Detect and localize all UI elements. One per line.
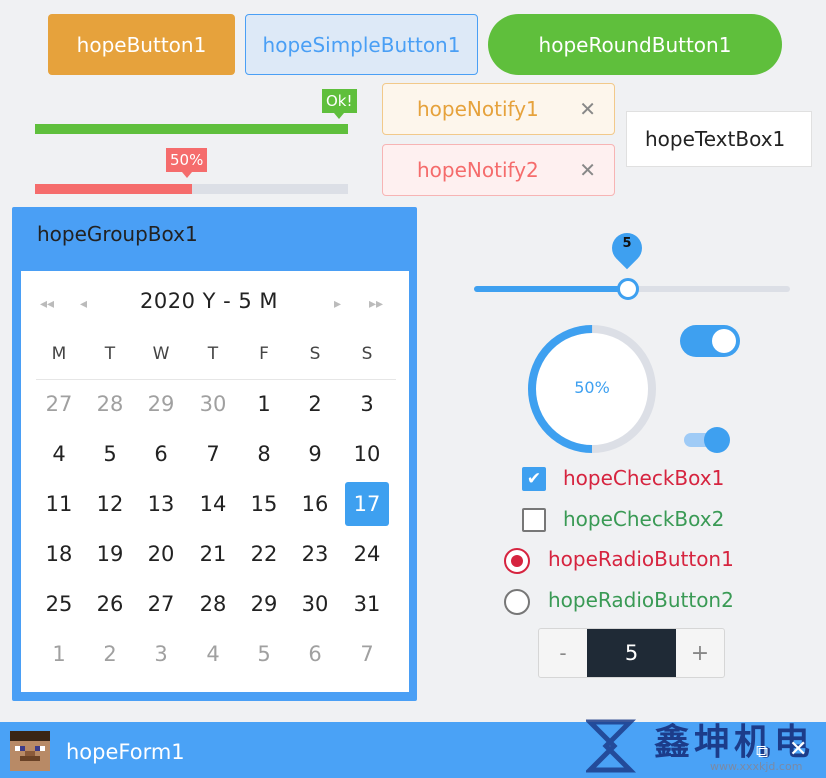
calendar-day[interactable]: 29 xyxy=(139,382,183,426)
checkbox-1[interactable]: ✔ xyxy=(522,467,546,491)
switch-2[interactable] xyxy=(684,427,730,453)
slider-value: 5 xyxy=(622,236,632,251)
ring-progress-label: 50% xyxy=(574,378,610,397)
calendar-day[interactable]: 16 xyxy=(293,482,337,526)
switch-1[interactable] xyxy=(680,325,740,357)
progress-bar-1-tag: Ok! xyxy=(322,89,357,119)
calendar-day[interactable]: 23 xyxy=(293,532,337,576)
calendar-day[interactable]: 27 xyxy=(37,382,81,426)
checkbox-1-label[interactable]: hopeCheckBox1 xyxy=(563,466,724,490)
calendar-day[interactable]: 6 xyxy=(139,432,183,476)
calendar-day[interactable]: 3 xyxy=(139,632,183,676)
progress-bar-1-fill xyxy=(35,124,348,134)
weekday-header: T xyxy=(207,344,219,364)
calendar-day[interactable]: 2 xyxy=(88,632,132,676)
calendar-day[interactable]: 30 xyxy=(191,382,235,426)
radio-2[interactable] xyxy=(504,589,530,615)
radio-2-label[interactable]: hopeRadioButton2 xyxy=(548,588,734,612)
calendar-day[interactable]: 20 xyxy=(139,532,183,576)
first-page-icon[interactable]: ◂◂ xyxy=(40,296,54,312)
stepper-minus-button[interactable]: - xyxy=(539,629,587,677)
calendar-day[interactable]: 17 xyxy=(345,482,389,526)
next-icon[interactable]: ▸ xyxy=(334,296,341,312)
calendar-day[interactable]: 6 xyxy=(293,632,337,676)
calendar-day[interactable]: 7 xyxy=(345,632,389,676)
calendar-day[interactable]: 8 xyxy=(242,432,286,476)
calendar-day[interactable]: 11 xyxy=(37,482,81,526)
weekday-header: S xyxy=(309,344,321,364)
calendar-day[interactable]: 29 xyxy=(242,582,286,626)
calendar-day[interactable]: 27 xyxy=(139,582,183,626)
calendar-day[interactable]: 12 xyxy=(88,482,132,526)
form-title: hopeForm1 xyxy=(66,740,185,764)
checkbox-2-label[interactable]: hopeCheckBox2 xyxy=(563,507,724,531)
checkbox-2[interactable] xyxy=(522,508,546,532)
calendar-day[interactable]: 7 xyxy=(191,432,235,476)
calendar-day[interactable]: 24 xyxy=(345,532,389,576)
calendar-day[interactable]: 22 xyxy=(242,532,286,576)
notify-1-label: hopeNotify1 xyxy=(417,97,539,121)
slider-fill xyxy=(474,286,628,292)
stepper-plus-button[interactable]: + xyxy=(676,629,724,677)
calendar-day[interactable]: 28 xyxy=(191,582,235,626)
prev-icon[interactable]: ◂ xyxy=(80,296,87,312)
radio-1-label[interactable]: hopeRadioButton1 xyxy=(548,547,734,571)
hope-simple-button[interactable]: hopeSimpleButton1 xyxy=(245,14,478,75)
calendar-day[interactable]: 4 xyxy=(191,632,235,676)
calendar-day[interactable]: 2 xyxy=(293,382,337,426)
calendar-day[interactable]: 9 xyxy=(293,432,337,476)
calendar-day[interactable]: 21 xyxy=(191,532,235,576)
switch-2-knob xyxy=(704,427,730,453)
stepper-value[interactable]: 5 xyxy=(587,629,676,677)
switch-1-knob xyxy=(712,329,736,353)
avatar-icon xyxy=(10,731,50,771)
weekday-header: T xyxy=(104,344,116,364)
progress-bar-2-fill xyxy=(35,184,192,194)
calendar-day[interactable]: 18 xyxy=(37,532,81,576)
weekday-header: S xyxy=(361,344,373,364)
text-box[interactable]: hopeTextBox1 xyxy=(626,111,812,167)
hope-button[interactable]: hopeButton1 xyxy=(48,14,235,75)
calendar-day[interactable]: 5 xyxy=(88,432,132,476)
notify-error: hopeNotify2 ✕ xyxy=(382,144,615,196)
close-icon[interactable]: ✕ xyxy=(579,97,596,121)
group-box-title: hopeGroupBox1 xyxy=(37,222,198,246)
notify-warning: hopeNotify1 ✕ xyxy=(382,83,615,135)
radio-1[interactable] xyxy=(504,548,530,574)
weekday-header: F xyxy=(259,344,269,364)
calendar-day[interactable]: 10 xyxy=(345,432,389,476)
last-page-icon[interactable]: ▸▸ xyxy=(369,296,383,312)
calendar-day[interactable]: 31 xyxy=(345,582,389,626)
radio-1-dot xyxy=(511,555,523,567)
calendar-day[interactable]: 26 xyxy=(88,582,132,626)
close-icon[interactable]: ✕ xyxy=(789,737,807,762)
weekday-header: W xyxy=(152,344,170,364)
calendar-day[interactable]: 3 xyxy=(345,382,389,426)
check-icon: ✔ xyxy=(526,469,542,489)
calendar-day[interactable]: 5 xyxy=(242,632,286,676)
calendar-month-label: 2020 Y - 5 M xyxy=(140,289,279,313)
calendar-day[interactable]: 1 xyxy=(37,632,81,676)
maximize-icon[interactable]: ⧉ xyxy=(756,742,768,762)
calendar-day[interactable]: 13 xyxy=(139,482,183,526)
notify-2-label: hopeNotify2 xyxy=(417,158,539,182)
weekday-header: M xyxy=(51,344,67,364)
calendar-day[interactable]: 19 xyxy=(88,532,132,576)
calendar-day[interactable]: 28 xyxy=(88,382,132,426)
calendar-day[interactable]: 25 xyxy=(37,582,81,626)
slider-handle[interactable] xyxy=(617,278,639,300)
close-icon[interactable]: ✕ xyxy=(579,158,596,182)
calendar-day[interactable]: 14 xyxy=(191,482,235,526)
calendar-day[interactable]: 15 xyxy=(242,482,286,526)
hope-round-button[interactable]: hopeRoundButton1 xyxy=(488,14,782,75)
progress-bar-2-tag: 50% xyxy=(166,148,208,178)
calendar-divider xyxy=(36,379,396,380)
calendar-day[interactable]: 30 xyxy=(293,582,337,626)
calendar-day[interactable]: 1 xyxy=(242,382,286,426)
calendar-day[interactable]: 4 xyxy=(37,432,81,476)
